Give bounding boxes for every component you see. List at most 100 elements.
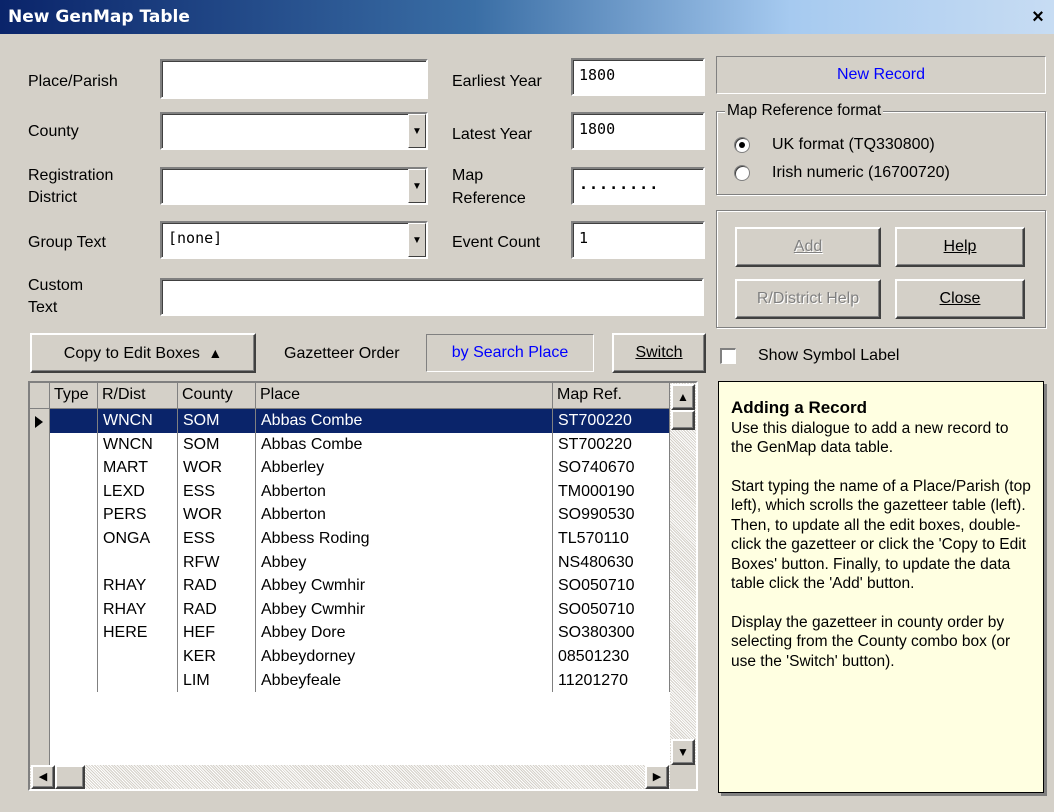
cell-place[interactable]: Abbey (256, 550, 553, 575)
cell-type[interactable] (50, 550, 98, 575)
cell-place[interactable]: Abberton (256, 503, 553, 527)
cell-type[interactable] (50, 432, 98, 457)
cell-rdist[interactable]: WNCN (98, 432, 178, 457)
scroll-up-arrow-icon[interactable]: ▲ (671, 384, 695, 410)
group-text-combo[interactable]: [none] ▼ (160, 221, 428, 259)
cell-place[interactable]: Abbey Dore (256, 621, 553, 645)
map-reference-input[interactable]: ........ (571, 167, 705, 205)
cell-rdist[interactable]: WNCN (98, 409, 178, 433)
cell-mapref[interactable]: SO380300 (553, 621, 670, 645)
cell-place[interactable]: Abbess Roding (256, 527, 553, 551)
switch-button[interactable]: Switch (612, 333, 706, 373)
earliest-year-input[interactable]: 1800 (571, 58, 705, 96)
cell-county[interactable]: WOR (178, 503, 256, 527)
cell-place[interactable]: Abbeyfeale (256, 668, 553, 693)
cell-rdist[interactable]: HERE (98, 621, 178, 645)
add-button[interactable]: Add (735, 227, 881, 267)
rdistrict-help-button[interactable]: R/District Help (735, 279, 881, 319)
cell-county[interactable]: HEF (178, 621, 256, 645)
cell-county[interactable]: KER (178, 645, 256, 669)
cell-county[interactable]: WOR (178, 456, 256, 480)
cell-rdist[interactable] (98, 645, 178, 669)
cell-county[interactable]: ESS (178, 479, 256, 504)
column-header-type[interactable]: Type (50, 383, 98, 409)
cell-mapref[interactable]: SO050710 (553, 597, 670, 622)
cell-place[interactable]: Abbas Combe (256, 432, 553, 457)
scroll-down-arrow-icon[interactable]: ▼ (671, 739, 695, 765)
cell-mapref[interactable]: ST700220 (553, 432, 670, 457)
cell-type[interactable] (50, 527, 98, 551)
cell-type[interactable] (50, 456, 98, 480)
event-count-input[interactable]: 1 (571, 221, 705, 259)
vertical-scrollbar[interactable] (670, 383, 696, 765)
cell-county[interactable]: SOM (178, 432, 256, 457)
table-row[interactable]: WNCN SOM Abbas Combe ST700220 (50, 432, 670, 457)
table-row[interactable]: HERE HEF Abbey Dore SO380300 (50, 621, 670, 645)
column-header-place[interactable]: Place (256, 383, 553, 409)
table-row[interactable]: RHAY RAD Abbey Cwmhir SO050710 (50, 574, 670, 598)
table-row[interactable]: PERS WOR Abberton SO990530 (50, 503, 670, 527)
cell-type[interactable] (50, 621, 98, 645)
scroll-left-arrow-icon[interactable]: ◀ (31, 765, 55, 789)
cell-place[interactable]: Abbey Cwmhir (256, 574, 553, 598)
place-parish-input[interactable] (160, 59, 428, 99)
cell-place[interactable]: Abbeydorney (256, 645, 553, 669)
cell-rdist[interactable]: RHAY (98, 597, 178, 622)
cell-county[interactable]: RAD (178, 574, 256, 598)
scroll-right-arrow-icon[interactable]: ▶ (645, 765, 669, 789)
cell-mapref[interactable]: SO740670 (553, 456, 670, 480)
cell-rdist[interactable]: RHAY (98, 574, 178, 598)
horizontal-scroll-thumb[interactable] (55, 765, 85, 789)
chevron-down-icon[interactable]: ▼ (408, 169, 426, 203)
show-symbol-label-checkbox[interactable]: Show Symbol Label (720, 346, 899, 366)
help-button[interactable]: Help (895, 227, 1025, 267)
cell-place[interactable]: Abberley (256, 456, 553, 480)
cell-mapref[interactable]: TL570110 (553, 527, 670, 551)
cell-mapref[interactable]: 11201270 (553, 668, 670, 693)
cell-rdist[interactable]: ONGA (98, 527, 178, 551)
chevron-down-icon[interactable]: ▼ (408, 223, 426, 257)
cell-county[interactable]: LIM (178, 668, 256, 693)
cell-mapref[interactable]: SO990530 (553, 503, 670, 527)
cell-type[interactable] (50, 574, 98, 598)
cell-rdist[interactable]: MART (98, 456, 178, 480)
cell-mapref[interactable]: ST700220 (553, 409, 670, 433)
cell-type[interactable] (50, 645, 98, 669)
cell-type[interactable] (50, 597, 98, 622)
table-row[interactable]: MART WOR Abberley SO740670 (50, 456, 670, 480)
title-bar[interactable]: New GenMap Table × (0, 0, 1054, 34)
cell-place[interactable]: Abbas Combe (256, 409, 553, 433)
column-header-mapref[interactable]: Map Ref. (553, 383, 670, 409)
registration-district-combo[interactable]: ▼ (160, 167, 428, 205)
chevron-down-icon[interactable]: ▼ (408, 114, 426, 148)
table-row[interactable]: LEXD ESS Abberton TM000190 (50, 479, 670, 504)
gazetteer-grid[interactable]: Type R/Dist County Place Map Ref. WNCN SO… (30, 383, 696, 789)
cell-rdist[interactable] (98, 550, 178, 575)
close-window-button[interactable]: × (1026, 6, 1050, 28)
table-row[interactable]: RHAY RAD Abbey Cwmhir SO050710 (50, 597, 670, 622)
radio-uk-format[interactable]: UK format (TQ330800) (734, 135, 935, 155)
column-header-rdist[interactable]: R/Dist (98, 383, 178, 409)
close-button[interactable]: Close (895, 279, 1025, 319)
cell-mapref[interactable]: NS480630 (553, 550, 670, 575)
table-row[interactable]: LIM Abbeyfeale 11201270 (50, 668, 670, 693)
copy-to-edit-boxes-button[interactable]: Copy to Edit Boxes ▲ (30, 333, 256, 373)
table-row[interactable]: ONGA ESS Abbess Roding TL570110 (50, 527, 670, 551)
cell-county[interactable]: ESS (178, 527, 256, 551)
county-combo[interactable]: ▼ (160, 112, 428, 150)
table-row[interactable]: WNCN SOM Abbas Combe ST700220 (50, 409, 670, 433)
cell-rdist[interactable]: PERS (98, 503, 178, 527)
radio-irish-numeric[interactable]: Irish numeric (16700720) (734, 163, 950, 183)
cell-mapref[interactable]: TM000190 (553, 479, 670, 504)
cell-type[interactable] (50, 479, 98, 504)
cell-county[interactable]: SOM (178, 409, 256, 433)
horizontal-scrollbar[interactable] (30, 765, 670, 789)
cell-county[interactable]: RAD (178, 597, 256, 622)
cell-rdist[interactable] (98, 668, 178, 693)
cell-type[interactable] (50, 409, 98, 433)
cell-mapref[interactable]: SO050710 (553, 574, 670, 598)
cell-mapref[interactable]: 08501230 (553, 645, 670, 669)
cell-county[interactable]: RFW (178, 550, 256, 575)
vertical-scroll-thumb[interactable] (671, 410, 695, 430)
cell-place[interactable]: Abbey Cwmhir (256, 597, 553, 622)
